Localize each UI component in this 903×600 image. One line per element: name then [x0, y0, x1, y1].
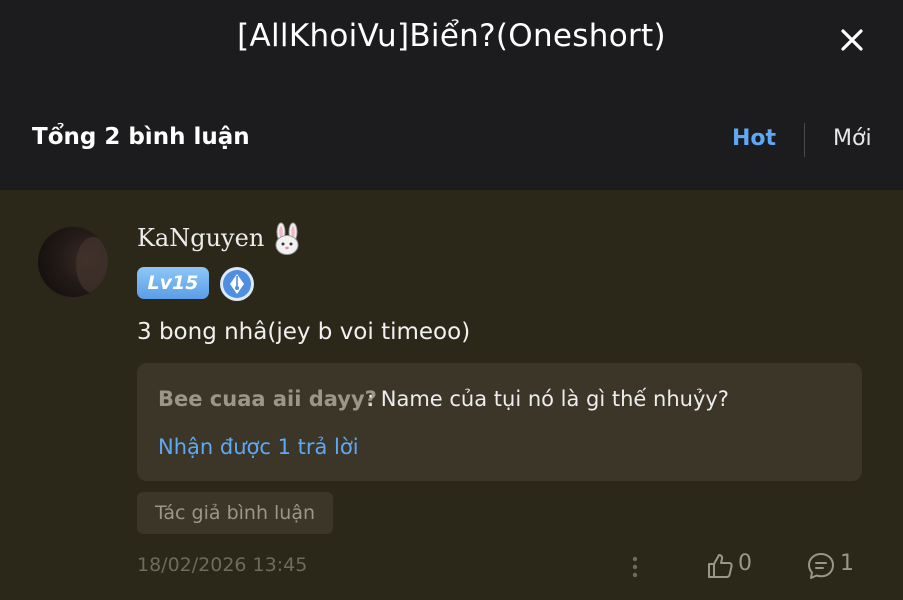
- reply-preview[interactable]: Bee cuaa aii dayy? : Name của tụi nó là …: [137, 363, 862, 481]
- close-icon[interactable]: [834, 22, 870, 58]
- avatar-shade: [76, 237, 108, 293]
- like-count: 0: [738, 551, 752, 576]
- reply-text: : Name của tụi nó là gì thế nhuỷy?: [367, 387, 729, 411]
- rabbit-face-icon: [270, 222, 304, 256]
- level-badge: Lv15: [137, 267, 209, 299]
- comment-content: 3 bong nhâ(jey b voi timeoo): [137, 319, 471, 345]
- modal-header: [AllKhoiVu]Biển?(Oneshort): [0, 0, 903, 100]
- sort-hot-tab[interactable]: Hot: [732, 126, 776, 151]
- comment-timestamp: 18/02/2026 13:45: [137, 554, 308, 576]
- avatar[interactable]: [38, 227, 108, 297]
- story-title: [AllKhoiVu]Biển?(Oneshort): [237, 18, 666, 54]
- reply-author: Bee cuaa aii dayy?: [158, 387, 377, 411]
- comments-bar: Tổng 2 bình luận Hot Mới: [0, 100, 903, 190]
- more-options-icon[interactable]: [625, 552, 645, 582]
- author-tag: Tác giả bình luận: [137, 492, 333, 534]
- thumbs-up-icon[interactable]: [705, 551, 735, 581]
- fountain-pen-icon: [219, 266, 255, 302]
- reply-count-link[interactable]: Nhận được 1 trả lời: [158, 435, 359, 459]
- reply-count: 1: [840, 551, 854, 576]
- comment-username[interactable]: KaNguyen: [137, 224, 264, 252]
- comment-bubble-icon[interactable]: [806, 551, 836, 581]
- comment-total: Tổng 2 bình luận: [32, 124, 250, 150]
- sort-new-tab[interactable]: Mới: [833, 126, 872, 151]
- sort-divider: [804, 123, 805, 157]
- comment-item: KaNguyen Lv15 3 bong nhâ(jey b voi timeo…: [0, 190, 903, 600]
